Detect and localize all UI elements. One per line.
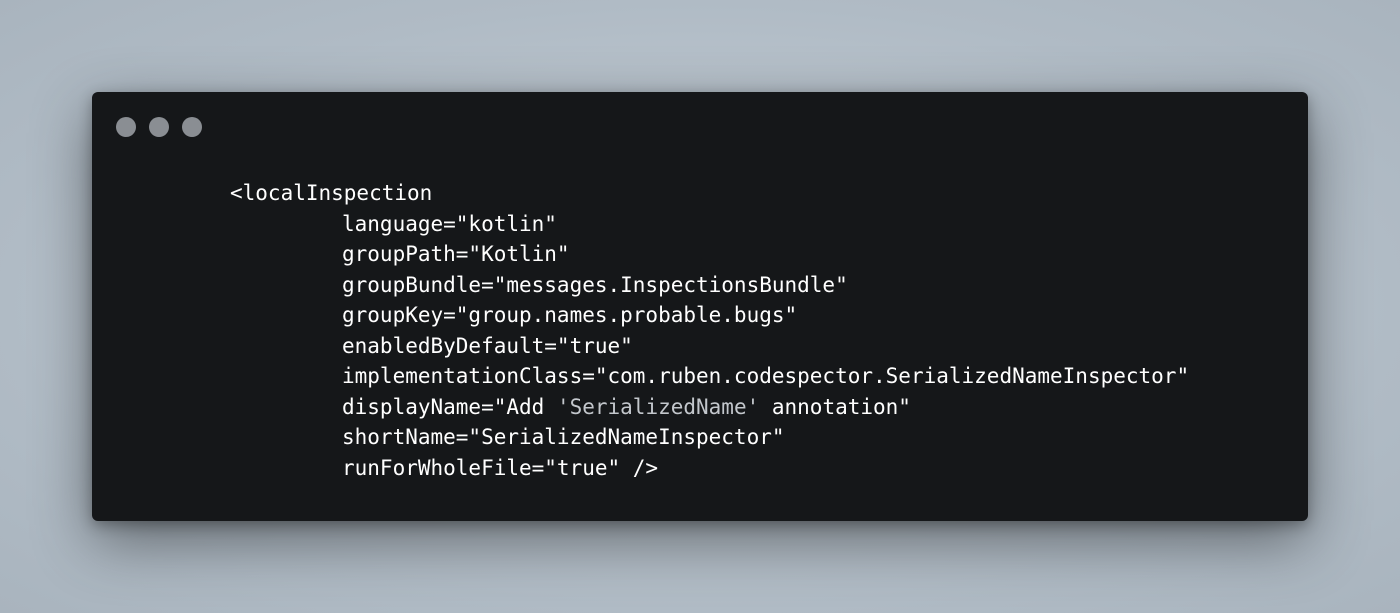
- attribute-language: language="kotlin": [342, 211, 557, 236]
- code-line-attribute: groupBundle="messages.InspectionsBundle": [230, 270, 1189, 301]
- code-line-attribute: implementationClass="com.ruben.codespect…: [230, 361, 1189, 392]
- attribute-run-for-whole-file: runForWholeFile="true" />: [342, 455, 659, 480]
- code-window: <localInspection language="kotlin" group…: [92, 92, 1308, 521]
- display-name-suffix: annotation": [759, 394, 911, 419]
- attribute-implementation-class: implementationClass="com.ruben.codespect…: [342, 364, 1190, 388]
- window-controls: [116, 117, 202, 137]
- zoom-dot-icon[interactable]: [182, 117, 202, 137]
- code-line-attribute: shortName="SerializedNameInspector": [230, 422, 1189, 453]
- code-line-attribute: enabledByDefault="true": [230, 331, 1189, 362]
- code-line-display-name: displayName="Add 'SerializedName' annota…: [230, 392, 1189, 423]
- code-line-attribute: language="kotlin": [230, 209, 1189, 240]
- code-line-attribute: groupKey="group.names.probable.bugs": [230, 300, 1189, 331]
- code-block: <localInspection language="kotlin" group…: [230, 178, 1189, 483]
- attribute-group-path: groupPath="Kotlin": [342, 242, 570, 266]
- attribute-group-key: groupKey="group.names.probable.bugs": [342, 303, 798, 327]
- close-dot-icon[interactable]: [116, 117, 136, 137]
- display-name-quoted: 'SerializedName': [556, 394, 760, 419]
- code-line-open-tag: <localInspection: [230, 181, 433, 205]
- attribute-enabled-by-default: enabledByDefault="true": [342, 333, 633, 358]
- attribute-group-bundle: groupBundle="messages.InspectionsBundle": [342, 272, 848, 297]
- minimize-dot-icon[interactable]: [149, 117, 169, 137]
- code-line-close-tag: runForWholeFile="true" />: [230, 453, 1189, 484]
- display-name-prefix: displayName="Add: [342, 394, 557, 419]
- attribute-short-name: shortName="SerializedNameInspector": [342, 425, 785, 449]
- code-line-attribute: groupPath="Kotlin": [230, 239, 1189, 270]
